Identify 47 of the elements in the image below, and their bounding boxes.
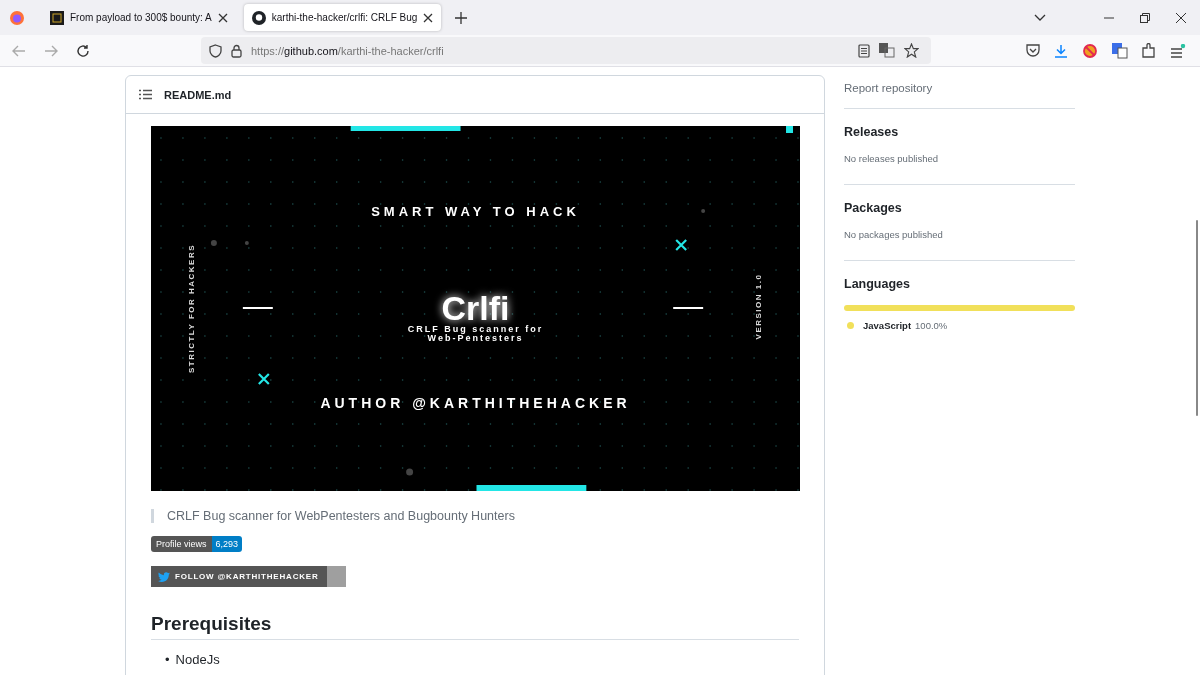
reader-view-icon[interactable] (858, 43, 870, 58)
banner-author: AUTHOR @KARTHITHEHACKER (320, 395, 631, 411)
browser-tab[interactable]: From payload to 300$ bounty: A (42, 4, 236, 31)
close-icon[interactable] (1176, 12, 1186, 23)
section-title: Languages (844, 277, 911, 291)
banner-side-text: VERSION 1.0 (754, 273, 764, 339)
restore-icon[interactable] (1140, 12, 1150, 23)
section-title: Releases (844, 125, 900, 139)
menu-icon[interactable] (1170, 43, 1186, 58)
star-icon[interactable] (904, 43, 919, 58)
new-tab-icon[interactable] (455, 11, 468, 24)
url-text: https://github.com/karthi-the-hacker/crlfi (251, 44, 444, 57)
banner-tagline: SMART WAY TO HACK (371, 204, 580, 219)
banner-title: Crlfi (441, 291, 510, 325)
follow-button[interactable]: FOLLOW @KARTHITHEHACKER (151, 566, 346, 587)
banner-subtitle: Web-Pentesters (427, 334, 524, 343)
banner-subtitle: CRLF Bug scanner for (407, 325, 544, 334)
reload-icon[interactable] (76, 43, 90, 58)
shield-icon[interactable] (209, 43, 222, 58)
site-icon (50, 10, 64, 25)
translate-icon[interactable] (1112, 42, 1128, 59)
list-item: NodeJs (175, 652, 220, 668)
pocket-icon[interactable] (1026, 44, 1040, 57)
close-icon[interactable] (217, 12, 228, 23)
firefox-icon[interactable] (9, 9, 25, 26)
banner-side-text: STRICTLY FOR HACKERS (187, 243, 197, 374)
list-icon[interactable] (139, 89, 152, 100)
address-bar[interactable]: https://github.com/karthi-the-hacker/crlfi (201, 37, 931, 64)
report-link[interactable]: Report repository (844, 67, 1075, 109)
section-title: Packages (844, 201, 903, 215)
blocked-extension-icon[interactable] (1082, 42, 1098, 59)
lock-icon[interactable] (231, 43, 242, 58)
section-text: No releases published (844, 153, 939, 164)
section-heading: Prerequisites (151, 613, 799, 640)
browser-tab[interactable]: karthi-the-hacker/crlfi: CRLF Bug (243, 4, 442, 31)
chevron-down-icon[interactable] (1034, 13, 1046, 22)
download-icon[interactable] (1054, 43, 1068, 58)
translate-icon[interactable] (879, 43, 895, 58)
scrollbar-thumb[interactable] (1196, 220, 1198, 416)
language-name[interactable]: JavaScript (863, 320, 912, 331)
bird-icon (158, 571, 170, 582)
quote-text: CRLF Bug scanner for WebPentesters and Bugbounty Hunters (167, 509, 515, 523)
bullet: • (165, 652, 170, 668)
language-percent: 100.0% (915, 320, 948, 331)
readme-title: README.md (164, 88, 232, 101)
close-icon[interactable] (423, 12, 434, 23)
section-text: No packages published (844, 229, 944, 240)
